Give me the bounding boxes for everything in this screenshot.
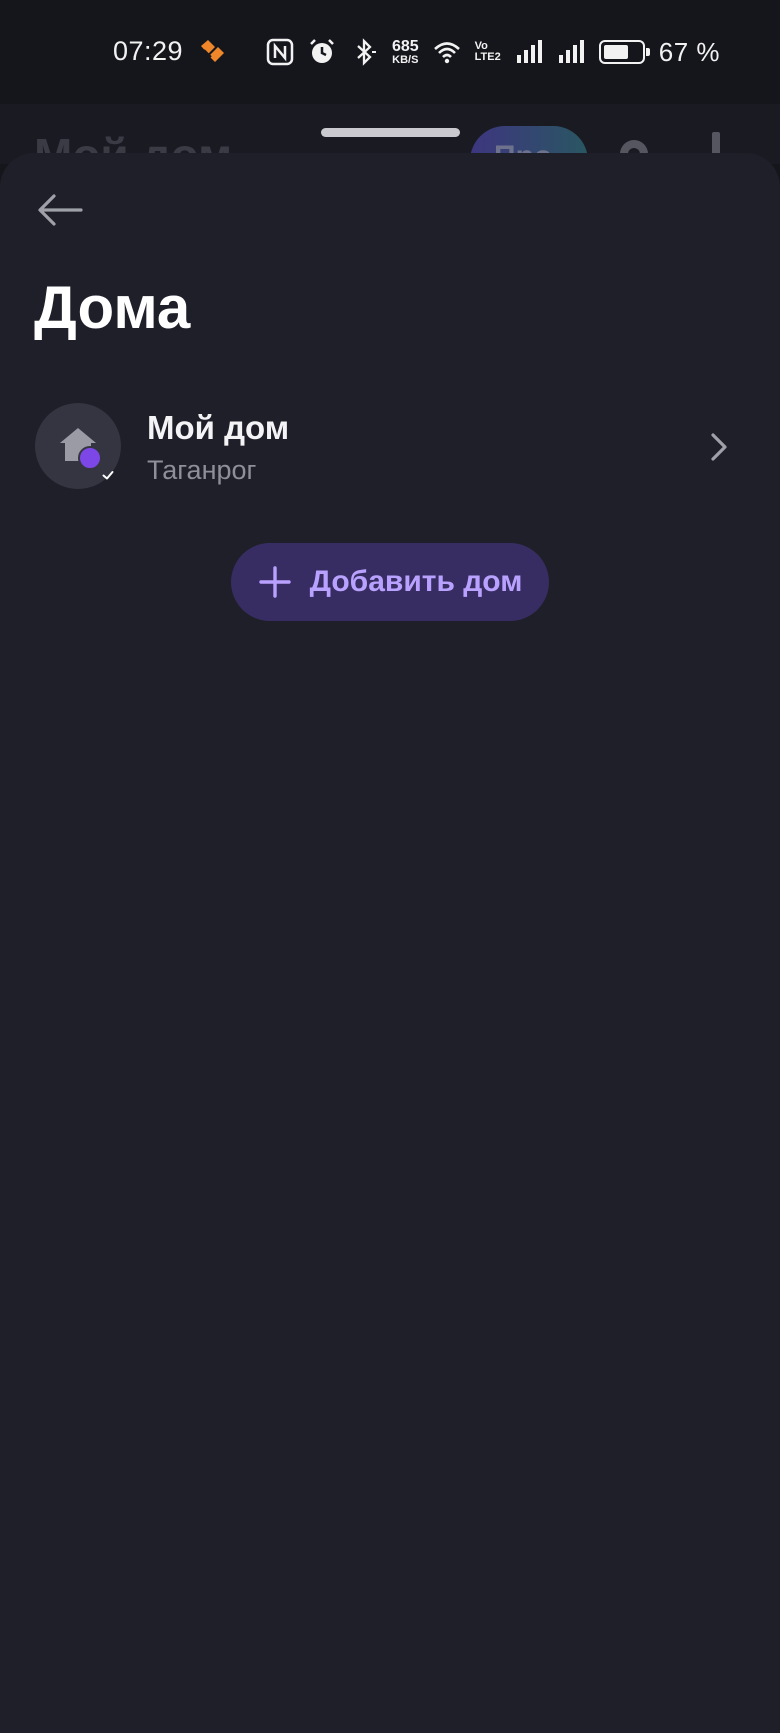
- home-avatar: [35, 403, 121, 489]
- network-speed-value: 685: [391, 37, 419, 55]
- alarm-icon: [310, 39, 334, 63]
- network-speed-unit: KB/S: [392, 53, 419, 66]
- status-bar: 07:29 685 KB/S Vo LTE2 67 %: [0, 0, 780, 104]
- battery-fill: [603, 45, 628, 59]
- add-home-button[interactable]: Добавить дом: [231, 543, 549, 621]
- battery-percent: 67 %: [658, 36, 720, 67]
- battery-icon: [598, 40, 650, 64]
- chevron-right-icon: [711, 433, 727, 461]
- nfc-icon: [266, 38, 294, 66]
- sheet-grabber[interactable]: [321, 128, 460, 137]
- homes-sheet: Дома Мой дом Таганрог Добавить дом: [0, 153, 780, 1733]
- volte-bottom: LTE2: [474, 51, 501, 63]
- wifi-icon: [433, 42, 460, 64]
- arrow-left-icon: [38, 194, 83, 226]
- check-badge-icon: [78, 446, 114, 480]
- checkmark-icon: [102, 471, 114, 480]
- back-button[interactable]: [30, 185, 90, 235]
- signal-sim2-icon: [558, 40, 584, 63]
- app-notification-icon: [201, 40, 224, 62]
- battery-nub: [645, 48, 650, 56]
- status-time: 07:29: [113, 36, 184, 66]
- volte-indicator: Vo LTE2: [475, 41, 501, 63]
- network-speed: 685 KB/S: [391, 37, 419, 66]
- home-list-item[interactable]: Мой дом Таганрог: [0, 403, 780, 503]
- plus-icon: [258, 566, 291, 598]
- signal-sim1-icon: [516, 40, 542, 63]
- home-city: Таганрог: [147, 455, 257, 485]
- home-name: Мой дом: [147, 409, 290, 446]
- add-home-label: Добавить дом: [309, 565, 523, 598]
- bluetooth-icon: [357, 38, 376, 66]
- page-title: Дома: [34, 274, 191, 341]
- screen: 07:29 685 KB/S Vo LTE2 67 % Мой дом Про …: [0, 0, 780, 1733]
- status-icons: 685 KB/S Vo LTE2 67 %: [266, 34, 720, 70]
